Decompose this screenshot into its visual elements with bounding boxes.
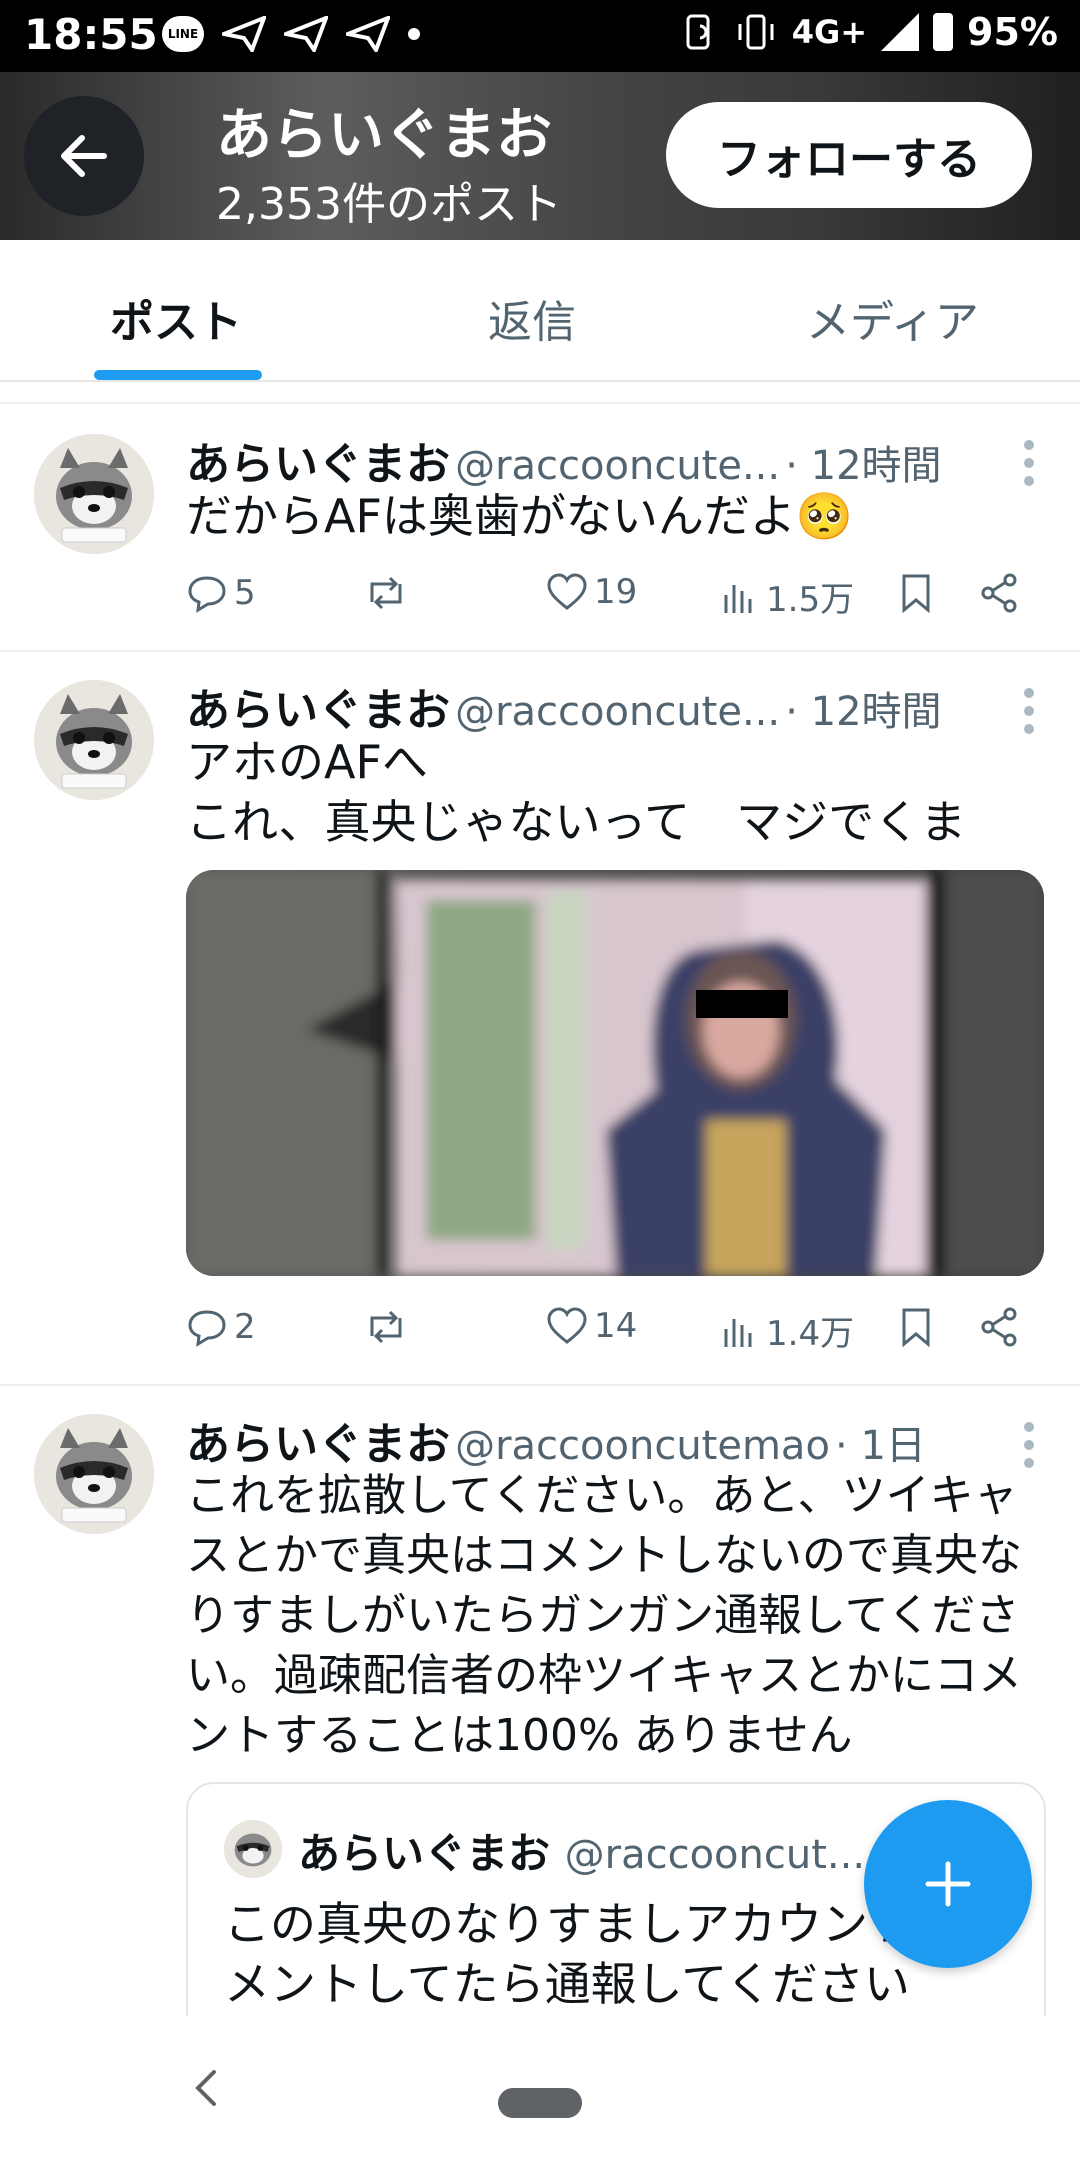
network-type: 4G+ bbox=[791, 13, 868, 51]
send-icon bbox=[284, 16, 328, 52]
more-notifications-dot bbox=[408, 28, 420, 40]
repost-icon bbox=[370, 576, 402, 610]
post-count: 2,353件のポスト bbox=[216, 179, 562, 230]
heart-icon bbox=[547, 1307, 587, 1344]
reply-count: 2 bbox=[234, 1307, 256, 1347]
plus-icon bbox=[925, 1861, 971, 1907]
signal-icon bbox=[881, 13, 920, 51]
like-count: 19 bbox=[594, 572, 638, 612]
divider bbox=[0, 402, 1080, 404]
view-count: 1.4万 bbox=[766, 1314, 855, 1354]
nfc-icon bbox=[686, 14, 710, 50]
share-button[interactable] bbox=[978, 572, 1020, 614]
send-icon bbox=[346, 16, 390, 52]
nav-back-icon[interactable] bbox=[190, 2066, 222, 2110]
reply-icon bbox=[188, 576, 226, 613]
repost-button[interactable] bbox=[362, 572, 410, 614]
share-button[interactable] bbox=[978, 1306, 1020, 1348]
divider bbox=[0, 650, 1080, 652]
like-count: 14 bbox=[594, 1306, 638, 1346]
bookmark-icon bbox=[902, 574, 930, 614]
line-app-icon: LINE bbox=[162, 16, 204, 52]
notification-icons: LINE bbox=[162, 16, 420, 52]
profile-name: あらいぐまお bbox=[216, 103, 552, 168]
views-icon bbox=[724, 584, 752, 613]
active-tab-indicator bbox=[94, 370, 262, 380]
home-gesture-pill[interactable] bbox=[498, 2088, 582, 2118]
divider bbox=[0, 1384, 1080, 1386]
avatar[interactable] bbox=[34, 434, 154, 554]
reply-count: 5 bbox=[234, 573, 256, 613]
author-handle: @raccooncutemao bbox=[455, 1423, 830, 1469]
blurred-photo-image bbox=[186, 870, 1044, 1276]
status-time: 18:55 bbox=[24, 10, 158, 59]
quote-author-handle: @raccooncut... bbox=[564, 1832, 866, 1878]
tab-replies[interactable]: 返信 bbox=[488, 286, 576, 350]
raccoon-avatar-icon bbox=[34, 1414, 154, 1534]
bookmark-button[interactable] bbox=[898, 1306, 934, 1348]
heart-icon bbox=[547, 573, 587, 610]
avatar[interactable] bbox=[34, 680, 154, 800]
views-button[interactable]: 1.4万 bbox=[720, 1306, 854, 1355]
raccoon-avatar-icon bbox=[34, 680, 154, 800]
system-status: 4G+ 95% bbox=[680, 10, 1058, 54]
views-icon bbox=[724, 1318, 752, 1347]
tweet-text: これを拡散してください。あと、ツイキャ スとかで真央はコメントしないので真央な … bbox=[186, 1470, 1022, 1761]
reply-button[interactable]: 2 bbox=[186, 1306, 256, 1348]
send-icon bbox=[222, 16, 266, 52]
author-handle: @raccooncute... bbox=[455, 689, 781, 735]
tweet-header: あらいぐまお @raccooncutemao · 1日 bbox=[186, 1408, 926, 1472]
tweet-image[interactable] bbox=[186, 870, 1044, 1276]
author-name[interactable]: あらいぐまお bbox=[186, 439, 450, 490]
raccoon-avatar-icon bbox=[224, 1820, 282, 1878]
status-bar: 18:55 LINE 4G+ 95% bbox=[0, 0, 1080, 72]
battery-level: 95% bbox=[967, 10, 1058, 54]
raccoon-avatar-icon bbox=[34, 434, 154, 554]
tweet-actions: 2 14 1.4万 bbox=[186, 1306, 1026, 1356]
profile-header: あらいぐまお 2,353件のポスト フォローする bbox=[0, 72, 1080, 240]
system-navigation-bar bbox=[0, 2016, 1080, 2160]
vibrate-icon bbox=[738, 14, 774, 50]
quote-avatar bbox=[224, 1820, 282, 1878]
tweet-time[interactable]: · 12時間 bbox=[785, 443, 941, 489]
tweet-text: だからAFは奥歯がないんだよ🥺 bbox=[186, 489, 854, 543]
arrow-left-icon bbox=[61, 135, 107, 177]
tab-posts[interactable]: ポスト bbox=[110, 286, 242, 350]
author-name[interactable]: あらいぐまお bbox=[186, 1419, 450, 1470]
tweet-text: アホのAFへ これ、真央じゃないって マジでくま bbox=[186, 735, 967, 849]
repost-button[interactable] bbox=[362, 1306, 410, 1348]
compose-button[interactable] bbox=[864, 1800, 1032, 1968]
tweet-time[interactable]: · 1日 bbox=[835, 1423, 926, 1469]
share-icon bbox=[981, 573, 1017, 613]
avatar[interactable] bbox=[34, 1414, 154, 1534]
battery-icon bbox=[933, 13, 954, 51]
follow-button[interactable]: フォローする bbox=[666, 102, 1032, 208]
more-options-icon[interactable] bbox=[1024, 440, 1034, 494]
quote-text: この真央のなりすましアカウント メントしてたら通報してください bbox=[224, 1897, 914, 2011]
bookmark-icon bbox=[902, 1308, 930, 1348]
share-icon bbox=[981, 1307, 1017, 1347]
tweet-header: あらいぐまお @raccooncute... · 12時間 bbox=[186, 674, 942, 738]
more-options-icon[interactable] bbox=[1024, 1422, 1034, 1476]
repost-icon bbox=[370, 1310, 402, 1344]
reply-button[interactable]: 5 bbox=[186, 572, 256, 614]
author-handle: @raccooncute... bbox=[455, 443, 781, 489]
tweet-actions: 5 19 1.5万 bbox=[186, 572, 1026, 622]
quote-author-name: あらいぐまお bbox=[298, 1829, 551, 1878]
quote-header: あらいぐまお @raccooncut... bbox=[298, 1820, 865, 1881]
views-button[interactable]: 1.5万 bbox=[720, 572, 854, 621]
tweet-header: あらいぐまお @raccooncute... · 12時間 bbox=[186, 428, 942, 492]
like-button[interactable]: 14 bbox=[546, 1306, 637, 1346]
more-options-icon[interactable] bbox=[1024, 688, 1034, 742]
tab-media[interactable]: メディア bbox=[806, 286, 979, 350]
back-button[interactable] bbox=[24, 96, 144, 216]
view-count: 1.5万 bbox=[766, 580, 855, 620]
reply-icon bbox=[188, 1310, 226, 1347]
author-name[interactable]: あらいぐまお bbox=[186, 685, 450, 736]
profile-tabs: ポスト 返信 メディア bbox=[0, 240, 1080, 382]
bookmark-button[interactable] bbox=[898, 572, 934, 614]
tweet-time[interactable]: · 12時間 bbox=[785, 689, 941, 735]
like-button[interactable]: 19 bbox=[546, 572, 637, 612]
